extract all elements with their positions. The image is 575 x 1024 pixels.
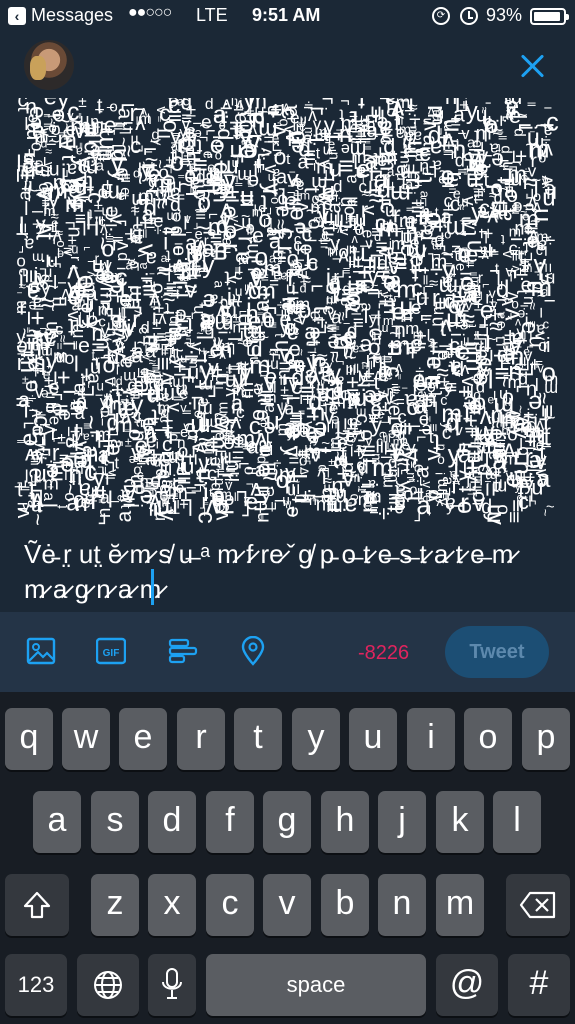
status-bar: ‹ Messages ●●○○○ LTE 9:51 AM ⟳ 93% — [0, 0, 575, 34]
location-icon[interactable] — [238, 636, 268, 666]
key-d[interactable]: d — [148, 791, 196, 853]
shift-key[interactable] — [5, 874, 69, 936]
back-to-app-label[interactable]: Messages — [31, 5, 113, 26]
key-s[interactable]: s — [91, 791, 139, 853]
carrier-label: LTE — [196, 5, 228, 25]
key-q[interactable]: q — [5, 708, 53, 770]
keyboard: q w e r t y u i o p a s d f g h j k l z … — [0, 692, 575, 1024]
key-f[interactable]: f — [206, 791, 254, 853]
space-key[interactable]: space — [206, 954, 426, 1016]
microphone-icon — [162, 968, 182, 999]
gif-icon[interactable]: GIF — [96, 636, 126, 666]
battery-icon — [530, 8, 569, 25]
back-arrow-icon[interactable]: ‹ — [8, 7, 26, 25]
orientation-lock-icon: ⟳ — [432, 7, 450, 25]
key-b[interactable]: b — [321, 874, 369, 936]
hash-key[interactable]: # — [508, 954, 570, 1016]
compose-header — [0, 34, 575, 98]
backspace-icon — [519, 891, 556, 919]
key-a[interactable]: a — [33, 791, 81, 853]
key-e[interactable]: e — [119, 708, 167, 770]
at-key[interactable]: @ — [436, 954, 498, 1016]
key-k[interactable]: k — [436, 791, 484, 853]
globe-icon — [94, 971, 122, 999]
key-t[interactable]: t — [234, 708, 282, 770]
key-w[interactable]: w — [62, 708, 110, 770]
tweet-compose-area[interactable]: ⌐ ¬ c = ⁼ ⁼ m ¬ ¬ e ≡ v ⁼ ≡ ⌐ c o u m ⁼ o = c ⁼ n u ⌐ ⁼ ┐ v t ÷ n ┐ = n ¬ a i ɐ… — [0, 98, 575, 612]
clock: 9:51 AM — [252, 5, 321, 25]
garbled-text-tail: Ṽė̵ r̤ ut̤ ĕ̷ m̷ s̸ u̶ ᵃ m̷ f̷ re̷ ̌ g̸ … — [24, 539, 520, 604]
key-v[interactable]: v — [263, 874, 311, 936]
key-z[interactable]: z — [91, 874, 139, 936]
compose-toolbar: GIF -8226 Tweet — [0, 612, 575, 692]
numbers-key[interactable]: 123 — [5, 954, 67, 1016]
character-counter: -8226 — [358, 642, 410, 664]
key-p[interactable]: p — [522, 708, 570, 770]
gif-label: GIF — [103, 648, 120, 659]
key-y[interactable]: y — [292, 708, 340, 770]
text-cursor — [151, 569, 154, 605]
key-u[interactable]: u — [349, 708, 397, 770]
key-c[interactable]: c — [206, 874, 254, 936]
key-x[interactable]: x — [148, 874, 196, 936]
key-g[interactable]: g — [263, 791, 311, 853]
key-h[interactable]: h — [321, 791, 369, 853]
battery-fill — [534, 12, 561, 21]
key-j[interactable]: j — [378, 791, 426, 853]
garbled-line-2: m̷ a̷ g̷ n̷ a̷ m̷ — [24, 574, 168, 604]
key-n[interactable]: n — [378, 874, 426, 936]
image-icon[interactable] — [26, 636, 56, 666]
backspace-key[interactable] — [506, 874, 570, 936]
key-r[interactable]: r — [177, 708, 225, 770]
key-m[interactable]: m — [436, 874, 484, 936]
shift-arrow-icon — [23, 891, 51, 919]
tweet-button[interactable]: Tweet — [445, 626, 549, 678]
close-icon[interactable] — [516, 50, 548, 82]
battery-percent: 93% — [486, 5, 523, 25]
dictation-key[interactable] — [148, 954, 196, 1016]
key-o[interactable]: o — [464, 708, 512, 770]
globe-key[interactable] — [77, 954, 139, 1016]
signal-strength: ●●○○○ — [128, 4, 172, 21]
key-l[interactable]: l — [493, 791, 541, 853]
alarm-icon — [460, 7, 478, 25]
garbled-line-1: Ṽė̵ r̤ ut̤ ĕ̷ m̷ s̸ u̶ ᵃ m̷ f̷ re̷ ̌ g̸ … — [24, 539, 520, 569]
user-avatar[interactable] — [24, 40, 74, 90]
poll-icon[interactable] — [168, 636, 198, 666]
key-i[interactable]: i — [407, 708, 455, 770]
